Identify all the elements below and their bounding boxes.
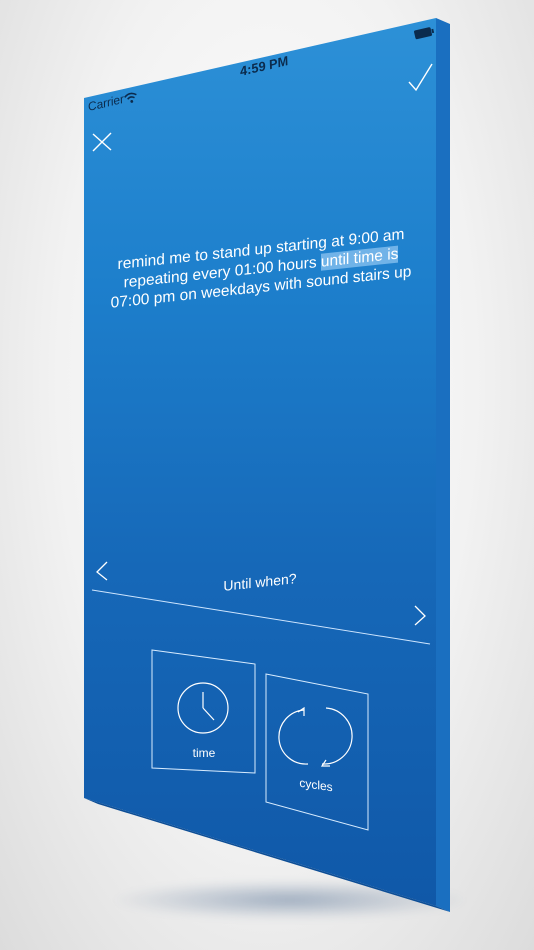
checkmark-icon[interactable]: [406, 62, 434, 92]
question-label: Until when?: [223, 570, 297, 594]
chevron-right-icon[interactable]: [412, 604, 428, 626]
cycle-icon: [288, 706, 344, 766]
option-cycles[interactable]: cycles: [264, 672, 370, 832]
wifi-icon: [124, 92, 137, 103]
option-time-label: time: [192, 746, 216, 760]
clock-icon: [178, 683, 228, 733]
chevron-left-icon[interactable]: [94, 560, 110, 582]
close-icon[interactable]: [90, 130, 114, 154]
reminder-sentence[interactable]: remind me to stand up starting at 9:00 a…: [106, 224, 416, 314]
battery-icon: [414, 27, 435, 40]
option-time[interactable]: time: [150, 648, 258, 774]
